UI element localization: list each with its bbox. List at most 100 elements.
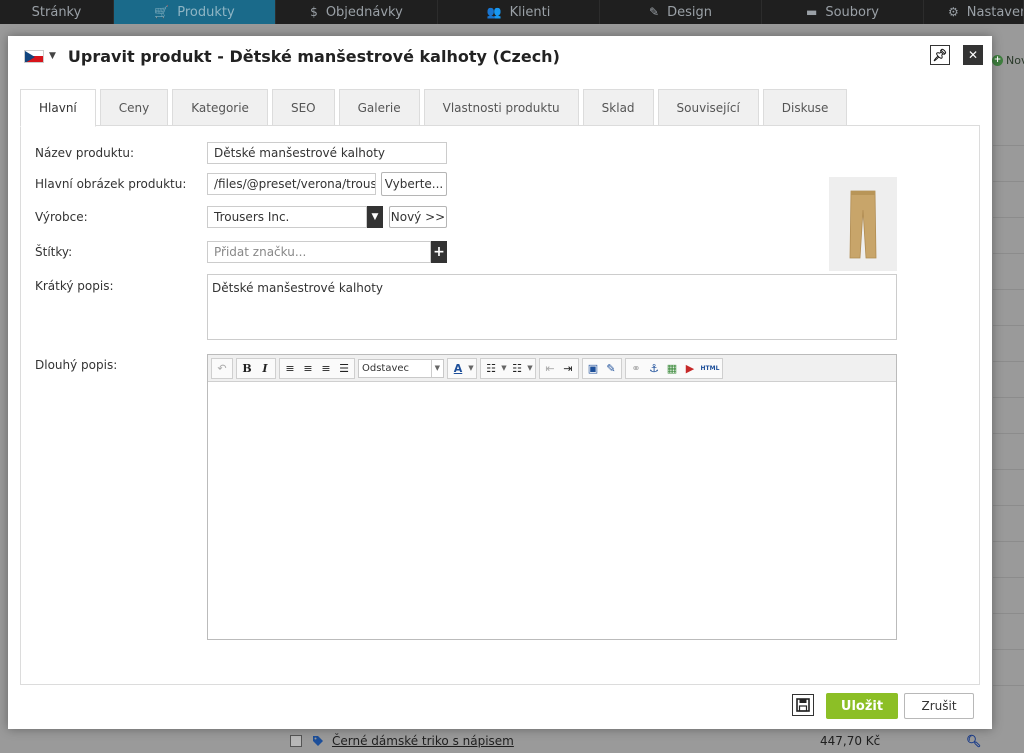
top-navigation: Stránky 🛒 Produkty $ Objednávky 👥 Klient… (0, 0, 1024, 24)
tag-icon (313, 735, 323, 746)
align-center-icon[interactable]: ≡ (299, 360, 317, 377)
nav-item-design[interactable]: ✎ Design (600, 0, 762, 24)
main-image-label: Hlavní obrázek produktu: (35, 177, 187, 191)
pin-icon: 📌︎ (932, 48, 948, 62)
new-manufacturer-button[interactable]: Nový >> (389, 206, 447, 228)
add-tag-button[interactable]: + (431, 241, 447, 263)
nav-item-products[interactable]: 🛒 Produkty (114, 0, 276, 24)
dialog-footer: Uložit Zrušit (8, 686, 992, 729)
tab-product-properties[interactable]: Vlastnosti produktu (423, 89, 579, 126)
cart-icon: 🛒 (154, 5, 170, 19)
cancel-button[interactable]: Zrušit (904, 693, 974, 719)
users-icon: 👥 (486, 5, 502, 19)
background-product-link: Černé dámské triko s nápisem (332, 733, 514, 748)
align-right-icon[interactable]: ≡ (317, 360, 335, 377)
chevron-down-icon[interactable]: ▼ (467, 364, 475, 372)
nav-label-products: Produkty (177, 4, 235, 20)
main-image-path-input[interactable]: /files/@preset/verona/trous (207, 173, 376, 195)
product-image-thumbnail (829, 177, 897, 271)
editor-toolbar: ↶ B I ≡ ≡ ≡ ☰ Odstavec ▼ A ▼ ☷ ▼ ☷ ▼ ⇤ ⇥… (208, 355, 896, 382)
align-justify-icon[interactable]: ☰ (335, 360, 353, 377)
edit-icon[interactable]: ✎ (602, 360, 620, 377)
nav-item-orders[interactable]: $ Objednávky (276, 0, 438, 24)
paste-icon[interactable]: ▣ (584, 360, 602, 377)
undo-icon[interactable]: ↶ (213, 360, 231, 377)
tab-content-main: Název produktu: Dětské manšestrové kalho… (20, 125, 980, 685)
product-name-label: Název produktu: (35, 146, 135, 160)
nav-label-design: Design (667, 4, 712, 20)
text-color-icon[interactable]: A (449, 360, 467, 377)
tab-gallery[interactable]: Galerie (338, 89, 420, 126)
indent-icon[interactable]: ⇥ (559, 360, 577, 377)
search-icon: 🔍︎ (966, 733, 982, 748)
outdent-icon[interactable]: ⇤ (541, 360, 559, 377)
dialog-title: Upravit produkt - Dětské manšestrové kal… (67, 46, 560, 66)
background-row-lines (993, 110, 1024, 686)
tab-stock[interactable]: Sklad (582, 89, 654, 126)
chevron-down-icon[interactable]: ▼ (526, 364, 534, 372)
czech-flag-icon[interactable] (24, 49, 44, 63)
plus-circle-icon: + (992, 55, 1003, 66)
gear-icon: ⚙ (948, 5, 959, 19)
align-left-icon[interactable]: ≡ (281, 360, 299, 377)
nav-item-settings[interactable]: ⚙ Nastavení (924, 0, 1024, 24)
background-product-price: 447,70 Kč (820, 733, 881, 748)
bullet-list-icon[interactable]: ☷ (482, 360, 500, 377)
editor-body[interactable] (208, 382, 896, 639)
dialog-header: ▼ Upravit produkt - Dětské manšestrové k… (8, 36, 992, 76)
save-draft-button[interactable] (792, 694, 814, 716)
tab-related[interactable]: Související (657, 89, 759, 126)
tab-prices[interactable]: Ceny (99, 89, 169, 126)
nav-item-pages[interactable]: Stránky (0, 0, 114, 24)
long-description-label: Dlouhý popis: (35, 358, 118, 372)
pin-button[interactable]: 📌︎ (930, 45, 950, 65)
html-icon[interactable]: HTML (699, 360, 721, 377)
bold-button[interactable]: B (238, 360, 256, 377)
background-new-label: Nový (1006, 54, 1024, 67)
tab-categories[interactable]: Kategorie (172, 89, 268, 126)
dollar-icon: $ (310, 5, 318, 19)
language-dropdown-icon[interactable]: ▼ (49, 51, 56, 61)
manufacturer-select[interactable]: Trousers Inc. (207, 206, 367, 228)
product-name-input[interactable]: Dětské manšestrové kalhoty (207, 142, 447, 164)
tab-seo[interactable]: SEO (271, 89, 335, 126)
image-icon[interactable]: ▦ (663, 360, 681, 377)
paragraph-format-select[interactable]: Odstavec ▼ (358, 358, 444, 378)
close-icon: ✕ (967, 48, 979, 62)
tab-discussion[interactable]: Diskuse (762, 89, 848, 126)
select-image-button[interactable]: Vyberte... (381, 172, 447, 196)
trousers-image (849, 190, 877, 259)
tags-label: Štítky: (35, 245, 73, 259)
background-new-button: + Nový (992, 54, 1024, 67)
italic-button[interactable]: I (256, 360, 274, 377)
floppy-disk-icon (796, 698, 810, 712)
nav-label-clients: Klienti (509, 4, 551, 20)
tab-main[interactable]: Hlavní (20, 89, 96, 127)
nav-label-settings: Nastavení (966, 4, 1023, 20)
nav-label-files: Soubory (825, 4, 880, 20)
plus-icon: + (433, 244, 445, 260)
anchor-icon[interactable]: ⚓ (645, 360, 663, 377)
short-description-label: Krátký popis: (35, 279, 114, 293)
chevron-down-icon[interactable]: ▼ (367, 206, 383, 228)
background-product-row: Černé dámské triko s nápisem 447,70 Kč 🔍… (290, 728, 1024, 753)
row-checkbox (290, 734, 302, 747)
numbered-list-icon[interactable]: ☷ (508, 360, 526, 377)
nav-item-clients[interactable]: 👥 Klienti (438, 0, 600, 24)
nav-label-pages: Stránky (31, 4, 82, 20)
link-icon[interactable]: ⚭ (627, 360, 645, 377)
chevron-down-icon[interactable]: ▼ (500, 364, 508, 372)
nav-label-orders: Objednávky (325, 4, 403, 20)
youtube-icon[interactable]: ▶ (681, 360, 699, 377)
save-button[interactable]: Uložit (826, 693, 898, 719)
tab-bar: Hlavní Ceny Kategorie SEO Galerie Vlastn… (20, 89, 980, 127)
long-description-editor: ↶ B I ≡ ≡ ≡ ☰ Odstavec ▼ A ▼ ☷ ▼ ☷ ▼ ⇤ ⇥… (207, 354, 897, 640)
format-select-value: Odstavec (362, 362, 410, 374)
nav-item-files[interactable]: ▬ Soubory (762, 0, 924, 24)
short-description-textarea[interactable]: Dětské manšestrové kalhoty (207, 274, 897, 340)
tags-input[interactable]: Přidat značku... (207, 241, 431, 263)
folder-icon: ▬ (805, 5, 818, 19)
edit-product-dialog: ▼ Upravit produkt - Dětské manšestrové k… (8, 36, 992, 729)
close-button[interactable]: ✕ (963, 45, 983, 65)
manufacturer-label: Výrobce: (35, 210, 88, 224)
